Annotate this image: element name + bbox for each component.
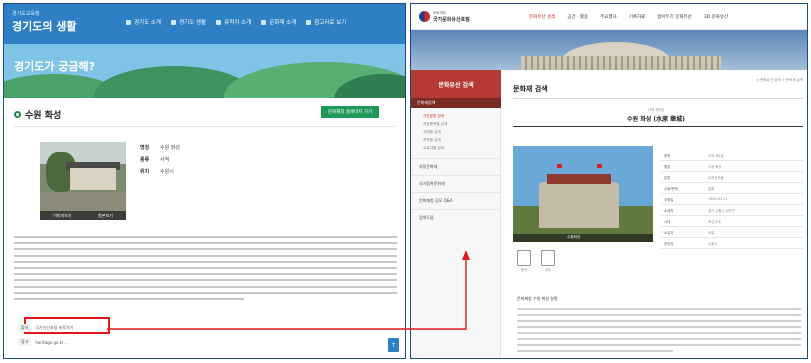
location-pin-icon xyxy=(14,111,21,118)
description-text xyxy=(517,308,801,356)
org-name[interactable]: 국가문화유산포털 xyxy=(433,16,470,23)
table-row: 수량/면적 일원 xyxy=(661,183,803,194)
heritage-site-button[interactable]: 문화재청 홈페이지 가기 xyxy=(321,106,379,118)
item-designation: 사적 제3호 xyxy=(647,108,665,112)
left-nav-item-0[interactable]: 경기도 소개 xyxy=(126,18,161,26)
page-title: 문화재 검색 xyxy=(513,85,548,93)
info-row: 명칭 수원 화성 xyxy=(140,145,180,151)
left-logo-small: 경기도교육청 xyxy=(12,11,40,17)
right-nav: 문화유산 검색 공간 · 활용 주요행사 기록자료 알아두기 문화유산 3D 문… xyxy=(529,14,728,20)
description-heading: 문화재청 수원 화성 설명 xyxy=(517,296,558,301)
document-download[interactable]: 문서 xyxy=(517,250,531,272)
hero-heading: 경기도가 궁금해? xyxy=(14,60,96,73)
left-nav-item-4[interactable]: 참고자료 보기 xyxy=(306,18,346,26)
building-columns xyxy=(521,56,721,70)
right-nav-item-4[interactable]: 알아두기 문화유산 xyxy=(657,14,692,20)
right-banner xyxy=(411,30,807,70)
sidebar-subitem[interactable]: 지역별 검색 xyxy=(411,136,501,144)
table-row: 소유자 국유 xyxy=(661,227,803,238)
reference-row: 참고 heritage.go.kr ... xyxy=(18,338,69,346)
right-top-bar: 문화재청 국가문화유산포털 문화유산 검색 공간 · 활용 주요행사 기록자료 … xyxy=(411,4,807,30)
left-nav-item-2[interactable]: 유적지 소개 xyxy=(216,18,251,26)
left-nav-item-1[interactable]: 경기도 생활 xyxy=(171,18,206,26)
sidebar-sub-active[interactable]: 문화재검색 xyxy=(411,98,501,108)
nav-icon xyxy=(171,19,177,25)
info-row: 종류 사적 xyxy=(140,157,170,163)
sidebar-item[interactable]: 국가등록문화재 xyxy=(411,175,501,192)
sidebar-subitem[interactable]: 기간분류 검색 xyxy=(411,112,501,120)
right-content: 문화재 검색 > 문화유산 검색 > 문화재 검색 사적 제3호 수원 화성 (… xyxy=(507,70,805,358)
screenshot-root: 경기도교육청 경기도의 생활 경기도 소개 경기도 생활 유적지 소개 문화재 … xyxy=(0,0,811,363)
scroll-top-button[interactable]: ↑ xyxy=(388,338,399,352)
sidebar-item[interactable]: 문화재청 공모 Q&A xyxy=(411,192,501,209)
table-row: 시대 조선시대 xyxy=(661,216,803,227)
right-site-panel: 문화재청 국가문화유산포털 문화유산 검색 공간 · 활용 주요행사 기록자료 … xyxy=(410,3,808,359)
right-nav-item-3[interactable]: 기록자료 xyxy=(629,14,646,20)
divider xyxy=(14,126,397,127)
left-site-panel: 경기도교육청 경기도의 생활 경기도 소개 경기도 생활 유적지 소개 문화재 … xyxy=(3,3,406,359)
download-icons: 문서 지도 xyxy=(517,250,555,272)
photo-caption-bar: 수원화성 xyxy=(513,234,653,242)
flag-icon xyxy=(597,164,602,168)
map-download[interactable]: 지도 xyxy=(541,250,555,272)
view-original-link[interactable]: 원본보기 xyxy=(98,213,113,219)
item-title: 수원 화성 (水原 華城) xyxy=(627,116,685,123)
photo-caption-bar: 이미지보기 원본보기 xyxy=(40,211,126,220)
photo-caption: 수원화성 xyxy=(567,235,581,239)
sidebar-subitem[interactable]: 지정종목별 검색 xyxy=(411,120,501,128)
sidebar-item[interactable]: 지정문화재 xyxy=(411,158,501,175)
left-main-content: 수원 화성 문화재청 홈페이지 가기 이미지보기 원본보기 명칭 수원 화성 종류… xyxy=(4,98,405,358)
sidebar-title: 문화유산 검색 xyxy=(411,70,501,98)
nav-icon xyxy=(216,19,222,25)
heritage-description xyxy=(14,234,397,304)
left-hero-banner: 경기도가 궁금해? xyxy=(4,44,405,98)
page-title: 수원 화성 xyxy=(25,111,62,121)
reference-link[interactable]: heritage.go.kr ... xyxy=(35,340,68,345)
right-nav-item-0[interactable]: 문화유산 검색 xyxy=(529,14,555,20)
breadcrumb: > 문화유산 검색 > 문화재 검색 xyxy=(756,78,803,82)
nav-icon xyxy=(126,19,131,25)
map-icon xyxy=(541,250,555,266)
page-title-row: 수원 화성 xyxy=(14,108,61,121)
heritage-info: 명칭 수원 화성 종류 사적 위치 수원시 xyxy=(140,144,180,180)
left-nav: 경기도 소개 경기도 생활 유적지 소개 문화재 소개 참고자료 보기 xyxy=(126,18,346,26)
table-row: 관리자 수원시 xyxy=(661,238,803,249)
left-logo[interactable]: 경기도의 생활 xyxy=(12,18,77,34)
left-nav-item-3[interactable]: 문화재 소개 xyxy=(261,18,296,26)
heritage-photo[interactable] xyxy=(40,142,126,220)
source-row: 출처 국가유산포털 바로가기 xyxy=(18,324,73,332)
sidebar-item[interactable]: 검색도움 xyxy=(411,209,501,226)
divider xyxy=(513,98,803,99)
government-emblem-icon xyxy=(419,11,430,22)
source-label: 출처 xyxy=(18,324,32,332)
right-nav-item-2[interactable]: 주요행사 xyxy=(600,14,617,20)
nav-icon xyxy=(261,19,267,25)
reference-label: 참고 xyxy=(18,338,32,346)
right-sidebar: 문화유산 검색 문화재검색 기간분류 검색 지정종목별 검색 시대별 검색 지역… xyxy=(411,70,501,358)
sidebar-subitem[interactable]: 소유자별 검색 xyxy=(411,144,501,152)
sidebar-subitem[interactable]: 시대별 검색 xyxy=(411,128,501,136)
nav-icon xyxy=(306,19,312,25)
arrow-up-icon: ↑ xyxy=(390,341,397,349)
sidebar-list: 기간분류 검색 지정종목별 검색 시대별 검색 지역별 검색 소유자별 검색 지… xyxy=(411,112,501,226)
divider xyxy=(513,126,803,127)
document-icon xyxy=(517,250,531,266)
left-header: 경기도교육청 경기도의 생활 경기도 소개 경기도 생활 유적지 소개 문화재 … xyxy=(4,4,405,44)
flag-icon xyxy=(557,164,562,168)
right-nav-item-1[interactable]: 공간 · 활용 xyxy=(567,14,588,20)
table-row: 종목 사적 제3호 xyxy=(661,150,803,161)
table-row: 명칭 수원 화성 xyxy=(661,161,803,172)
heritage-info-table: 종목 사적 제3호 명칭 수원 화성 분류 유적건조물 수량/면적 일원 지정일 1963… xyxy=(661,150,803,249)
info-row: 위치 수원시 xyxy=(140,169,174,175)
heritage-photo[interactable] xyxy=(513,146,653,242)
source-link[interactable]: 국가유산포털 바로가기 xyxy=(35,325,73,331)
table-row: 분류 유적건조물 xyxy=(661,172,803,183)
table-row: 소재지 경기 수원시 장안구 xyxy=(661,205,803,216)
right-nav-item-5[interactable]: 3D 문화유산 xyxy=(704,14,728,20)
view-image-link[interactable]: 이미지보기 xyxy=(53,213,71,219)
table-row: 지정일 1963.01.21 xyxy=(661,194,803,205)
